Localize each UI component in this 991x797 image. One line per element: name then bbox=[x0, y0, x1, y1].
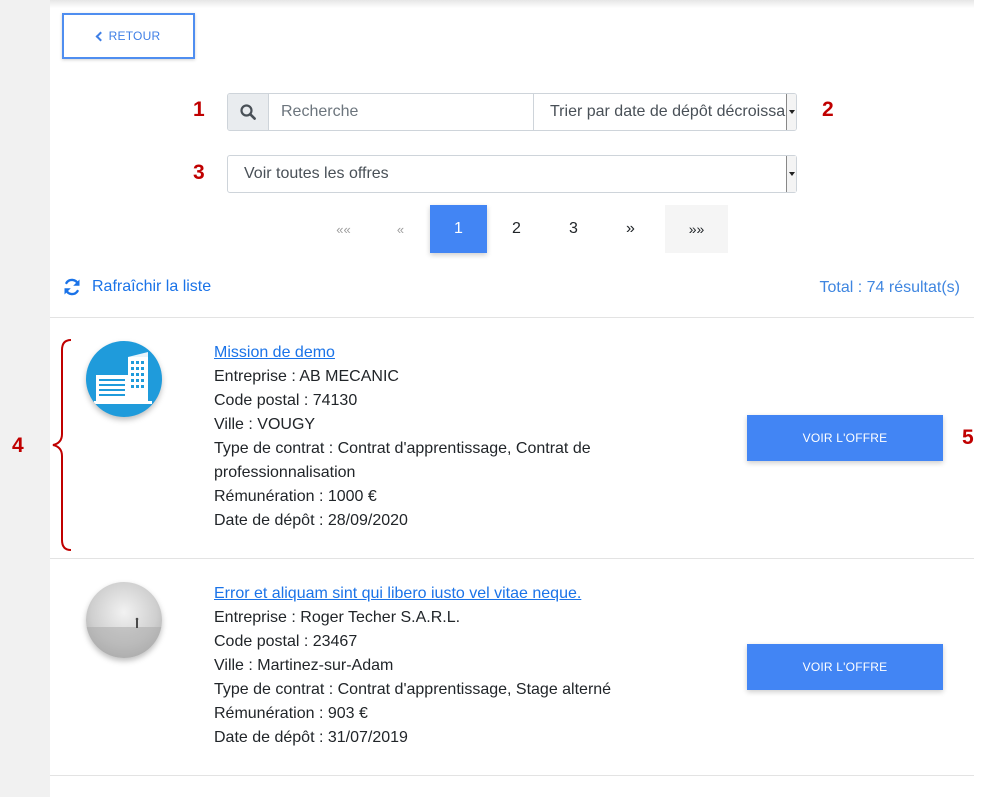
offer-city: Ville : Martinez-sur-Adam bbox=[214, 657, 394, 674]
view-offer-button[interactable]: VOIR L'OFFRE bbox=[747, 644, 943, 690]
list-divider bbox=[50, 317, 974, 318]
search-input[interactable] bbox=[269, 94, 533, 130]
chevron-left-icon bbox=[95, 31, 106, 42]
annotation-marker-1: 1 bbox=[193, 98, 205, 121]
offer-date: Date de dépôt : 31/07/2019 bbox=[214, 729, 408, 746]
offer-title-link[interactable]: Error et aliquam sint qui libero iusto v… bbox=[214, 582, 654, 606]
offer-company: Entreprise : AB MECANIC bbox=[214, 368, 399, 385]
refresh-icon bbox=[64, 278, 80, 296]
annotation-marker-2: 2 bbox=[822, 98, 834, 121]
offer-contract-type: Type de contrat : Contrat d'apprentissag… bbox=[214, 681, 612, 698]
offer-postal-code: Code postal : 23467 bbox=[214, 633, 358, 650]
offer-date: Date de dépôt : 28/09/2020 bbox=[214, 512, 408, 529]
annotation-marker-5: 5 bbox=[962, 426, 974, 449]
refresh-label: Rafraîchir la liste bbox=[92, 278, 212, 295]
search-icon bbox=[240, 104, 256, 120]
page-prev[interactable]: « bbox=[372, 205, 429, 253]
annotation-marker-3: 3 bbox=[193, 161, 205, 184]
offer-postal-code: Code postal : 74130 bbox=[214, 392, 358, 409]
page-first[interactable]: «« bbox=[315, 205, 372, 253]
annotation-marker-4: 4 bbox=[12, 434, 24, 457]
page-last[interactable]: »» bbox=[665, 205, 728, 253]
company-logo bbox=[86, 341, 162, 417]
total-results: Total : 74 résultat(s) bbox=[819, 279, 961, 296]
offer-filter-select[interactable]: Voir toutes les offres bbox=[227, 155, 797, 193]
person-landscape-image bbox=[86, 617, 162, 658]
sort-select-value: Trier par date de dépôt décroissant bbox=[550, 103, 796, 120]
sort-select[interactable]: Trier par date de dépôt décroissant bbox=[533, 94, 796, 130]
offer-salary: Rémunération : 903 € bbox=[214, 705, 368, 722]
company-logo bbox=[86, 582, 162, 658]
dropdown-arrow-icon bbox=[786, 156, 796, 192]
header-shadow bbox=[50, 0, 974, 8]
refresh-list-link[interactable]: Rafraîchir la liste bbox=[63, 278, 211, 296]
back-button-label: RETOUR bbox=[108, 29, 161, 43]
page-3[interactable]: 3 bbox=[545, 205, 602, 253]
filter-select-value: Voir toutes les offres bbox=[244, 165, 389, 182]
pagination: «« « 1 2 3 » »» bbox=[315, 205, 728, 253]
back-button[interactable]: RETOUR bbox=[62, 13, 195, 59]
search-bar: Trier par date de dépôt décroissant bbox=[227, 93, 797, 131]
annotation-brace bbox=[52, 339, 72, 551]
offer-salary: Rémunération : 1000 € bbox=[214, 488, 377, 505]
list-divider bbox=[50, 775, 974, 776]
offer-card: Error et aliquam sint qui libero iusto v… bbox=[214, 582, 654, 750]
offer-title-link[interactable]: Mission de demo bbox=[214, 341, 624, 365]
list-divider bbox=[50, 558, 974, 559]
search-addon[interactable] bbox=[228, 94, 269, 130]
offer-company: Entreprise : Roger Techer S.A.R.L. bbox=[214, 609, 461, 626]
dropdown-arrow-icon bbox=[786, 94, 796, 130]
left-sidebar-strip bbox=[0, 0, 50, 797]
offer-card: Mission de demo Entreprise : AB MECANIC … bbox=[214, 341, 624, 533]
page-1[interactable]: 1 bbox=[430, 205, 487, 253]
offer-city: Ville : VOUGY bbox=[214, 416, 316, 433]
offer-contract-type: Type de contrat : Contrat d'apprentissag… bbox=[214, 440, 591, 481]
page-2[interactable]: 2 bbox=[488, 205, 545, 253]
page-next[interactable]: » bbox=[602, 205, 659, 253]
view-offer-button[interactable]: VOIR L'OFFRE bbox=[747, 415, 943, 461]
building-icon bbox=[94, 352, 152, 404]
